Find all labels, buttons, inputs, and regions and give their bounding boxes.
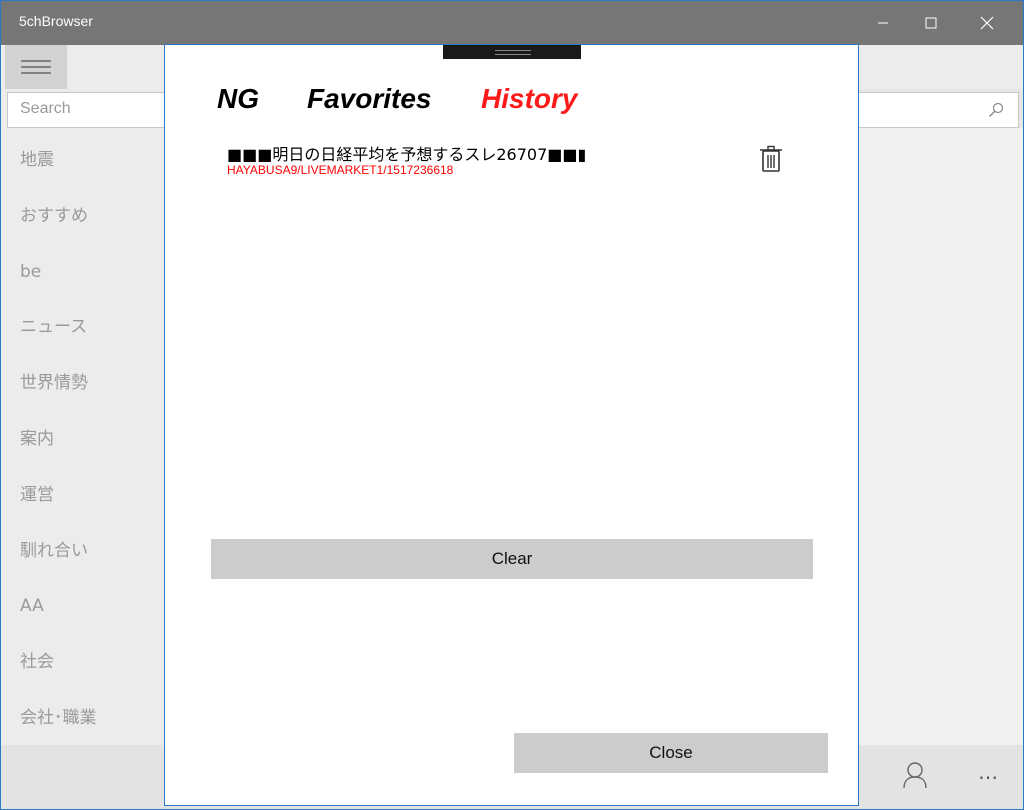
sidebar: 地震 おすすめ be ニュース 世界情勢 案内 運営 馴れ合い AA 社会 会社… (1, 45, 165, 745)
app-window: 5chBrowser 地震 おすすめ be ニュース 世界情勢 案内 運営 馴れ… (0, 0, 1024, 810)
tab-favorites[interactable]: Favorites (307, 83, 432, 115)
history-dialog: NG Favorites History ■■■明日の日経平均を予想するスレ26… (164, 44, 859, 806)
sidebar-item[interactable]: 地震 (1, 133, 165, 189)
maximize-button[interactable] (907, 1, 955, 45)
sidebar-item[interactable]: AA (1, 579, 165, 635)
user-icon[interactable] (902, 761, 928, 789)
trash-icon[interactable] (759, 145, 783, 173)
sidebar-item[interactable]: おすすめ (1, 189, 165, 245)
sidebar-item[interactable]: be (1, 245, 165, 301)
search-icon[interactable] (988, 102, 1004, 118)
sidebar-item[interactable]: 案内 (1, 412, 165, 468)
app-title: 5chBrowser (19, 13, 93, 29)
sidebar-item[interactable]: ニュース (1, 300, 165, 356)
sidebar-item[interactable]: 社会 (1, 635, 165, 691)
sidebar-item[interactable]: 運営 (1, 468, 165, 524)
clear-button[interactable]: Clear (211, 539, 813, 579)
tab-history[interactable]: History (481, 83, 577, 115)
hamburger-button[interactable] (5, 45, 67, 89)
sidebar-item[interactable]: 会社･職業 (1, 691, 165, 747)
tab-ng[interactable]: NG (217, 83, 259, 115)
sidebar-item[interactable]: 世界情勢 (1, 356, 165, 412)
thread-path: HAYABUSA9/LIVEMARKET1/1517236618 (227, 163, 454, 177)
drag-handle[interactable] (443, 45, 581, 59)
close-button[interactable]: Close (514, 733, 828, 773)
close-icon (980, 16, 994, 30)
hamburger-icon (21, 60, 51, 74)
thread-title: ■■■明日の日経平均を予想するスレ26707■■▮ (227, 145, 587, 164)
minimize-icon (878, 22, 888, 24)
sidebar-item[interactable]: 馴れ合い (1, 524, 165, 580)
history-list-item[interactable]: ■■■明日の日経平均を予想するスレ26707■■▮ HAYABUSA9/LIVE… (227, 141, 797, 181)
more-icon[interactable]: ⋯ (978, 765, 1001, 789)
board-category-list: 地震 おすすめ be ニュース 世界情勢 案内 運営 馴れ合い AA 社会 会社… (1, 133, 165, 747)
close-window-button[interactable] (963, 1, 1011, 45)
maximize-icon (925, 17, 937, 29)
title-bar: 5chBrowser (1, 1, 1023, 45)
search-placeholder: Search (20, 100, 71, 117)
minimize-button[interactable] (859, 1, 907, 45)
